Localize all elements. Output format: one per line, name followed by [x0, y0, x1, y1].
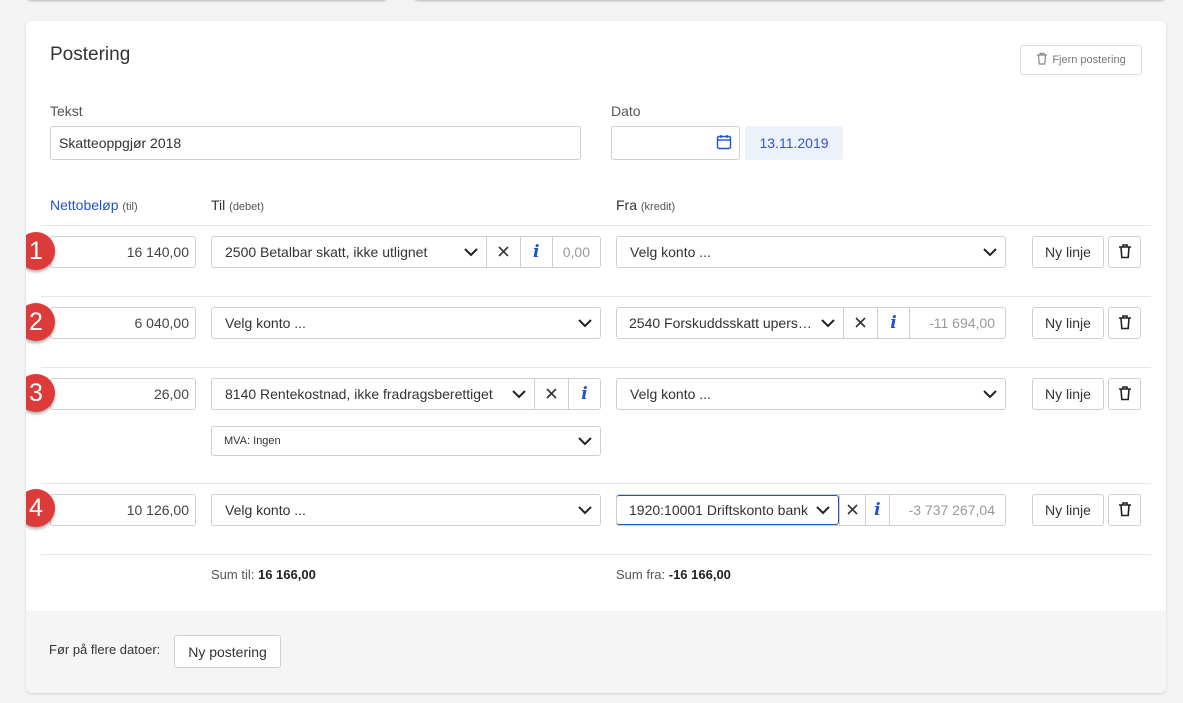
- chevron-down-icon: [456, 247, 486, 257]
- chevron-down-icon: [975, 247, 1005, 257]
- to-balance-1: 0,00: [551, 237, 600, 267]
- sum-from-value: -16 166,00: [668, 567, 731, 582]
- from-account-select-1[interactable]: Velg konto ...: [616, 236, 1006, 268]
- to-account-select-3[interactable]: 8140 Rentekostnad, ikke fradragsberettig…: [211, 378, 601, 410]
- chevron-down-icon: [504, 389, 534, 399]
- info-icon[interactable]: i: [864, 495, 889, 525]
- from-account-select-3[interactable]: Velg konto ...: [616, 378, 1006, 410]
- column-net-label: Nettobeløp: [50, 197, 119, 213]
- sum-to-label: Sum til:: [211, 567, 258, 582]
- to-account-select-4[interactable]: Velg konto ...: [211, 494, 601, 526]
- text-input[interactable]: Skatteoppgjør 2018: [50, 126, 581, 160]
- delete-line-button-4[interactable]: [1108, 494, 1141, 526]
- delete-line-button-3[interactable]: [1108, 378, 1141, 410]
- trash-icon: [1118, 385, 1132, 404]
- sum-to: Sum til: 16 166,00: [211, 567, 316, 582]
- column-from: Fra (kredit): [616, 197, 675, 213]
- date-suggestion-chip[interactable]: 13.11.2019: [745, 126, 843, 160]
- divider: [41, 483, 1151, 484]
- divider: [41, 225, 1151, 226]
- to-account-select-2[interactable]: Velg konto ...: [211, 307, 601, 339]
- trash-icon: [1036, 52, 1048, 68]
- new-line-button-1[interactable]: Ny linje: [1032, 236, 1104, 268]
- from-account-select-2[interactable]: 2540 Forskuddsskatt upersonlig skattyter…: [616, 307, 1006, 339]
- chevron-down-icon: [808, 505, 838, 515]
- clear-to-account-button-1[interactable]: [485, 237, 520, 267]
- from-account-value-1: Velg konto ...: [630, 244, 711, 260]
- vat-value-3: MVA: Ingen: [224, 435, 281, 447]
- to-account-select-1[interactable]: 2500 Betalbar skatt, ikke utlignet i 0,0…: [211, 236, 601, 268]
- date-picker-button[interactable]: [708, 126, 740, 160]
- chevron-down-icon: [813, 318, 843, 328]
- from-balance-2: -11 694,00: [909, 308, 1005, 338]
- new-posting-button[interactable]: Ny postering: [174, 635, 281, 668]
- close-icon: [498, 244, 509, 260]
- from-account-value-2: 2540 Forskuddsskatt upersonlig skattyter: [629, 315, 813, 331]
- close-icon: [855, 315, 866, 331]
- from-account-select-4[interactable]: 1920:10001 Driftskonto bank i -3 737 267…: [616, 494, 1006, 526]
- new-line-button-4[interactable]: Ny linje: [1032, 494, 1104, 526]
- clear-from-account-button-2[interactable]: [843, 308, 877, 338]
- close-icon: [546, 386, 557, 402]
- to-account-value-4: Velg konto ...: [225, 502, 306, 518]
- multi-date-label: Før på flere datoer:: [49, 642, 161, 657]
- column-net-sub: (til): [122, 201, 138, 213]
- posting-title: Postering: [50, 44, 131, 65]
- date-label: Dato: [611, 103, 641, 119]
- divider: [41, 367, 1151, 368]
- info-icon[interactable]: i: [519, 237, 552, 267]
- chevron-down-icon: [570, 436, 600, 446]
- column-to-label: Til: [211, 197, 226, 213]
- chevron-down-icon: [975, 389, 1005, 399]
- column-net-amount[interactable]: Nettobeløp (til): [50, 197, 138, 213]
- trash-icon: [1118, 314, 1132, 333]
- close-icon: [847, 502, 858, 518]
- column-from-sub: (kredit): [640, 201, 676, 213]
- new-line-button-3[interactable]: Ny linje: [1032, 378, 1104, 410]
- text-label: Tekst: [50, 103, 83, 119]
- posting-card: Postering Fjern postering Tekst Skatteop…: [26, 21, 1166, 693]
- trash-icon: [1118, 243, 1132, 262]
- amount-input-1[interactable]: 16 140,00: [50, 236, 196, 268]
- to-account-value-2: Velg konto ...: [225, 315, 306, 331]
- trash-icon: [1118, 501, 1132, 520]
- from-balance-4: -3 737 267,04: [889, 495, 1005, 525]
- divider: [41, 296, 1151, 297]
- new-line-button-2[interactable]: Ny linje: [1032, 307, 1104, 339]
- clear-from-account-button-4[interactable]: [839, 495, 865, 525]
- column-to-sub: (debet): [229, 201, 265, 213]
- from-account-value-4: 1920:10001 Driftskonto bank: [629, 502, 809, 518]
- chevron-down-icon: [570, 318, 600, 328]
- amount-input-3[interactable]: 26,00: [50, 378, 196, 410]
- delete-line-button-2[interactable]: [1108, 307, 1141, 339]
- sum-from-label: Sum fra:: [616, 567, 669, 582]
- remove-posting-label: Fjern postering: [1052, 54, 1126, 66]
- info-icon[interactable]: i: [877, 308, 909, 338]
- sum-to-value: 16 166,00: [257, 567, 316, 582]
- divider: [41, 554, 1151, 555]
- vat-select-3[interactable]: MVA: Ingen: [211, 426, 601, 456]
- delete-line-button-1[interactable]: [1108, 236, 1141, 268]
- calendar-icon: [716, 134, 732, 153]
- to-account-value-1: 2500 Betalbar skatt, ikke utlignet: [225, 244, 428, 260]
- to-account-value-3: 8140 Rentekostnad, ikke fradragsberettig…: [225, 386, 493, 402]
- from-account-value-3: Velg konto ...: [630, 386, 711, 402]
- info-icon[interactable]: i: [568, 379, 600, 409]
- column-from-label: Fra: [616, 197, 637, 213]
- remove-posting-button[interactable]: Fjern postering: [1020, 45, 1142, 75]
- from-account-focus-4[interactable]: 1920:10001 Driftskonto bank: [617, 495, 840, 525]
- clear-to-account-button-3[interactable]: [534, 379, 568, 409]
- amount-input-4[interactable]: 10 126,00: [50, 494, 196, 526]
- column-to: Til (debet): [211, 197, 264, 213]
- date-input[interactable]: [611, 126, 709, 160]
- amount-input-2[interactable]: 6 040,00: [50, 307, 196, 339]
- sum-from: Sum fra: -16 166,00: [616, 567, 731, 582]
- chevron-down-icon: [570, 505, 600, 515]
